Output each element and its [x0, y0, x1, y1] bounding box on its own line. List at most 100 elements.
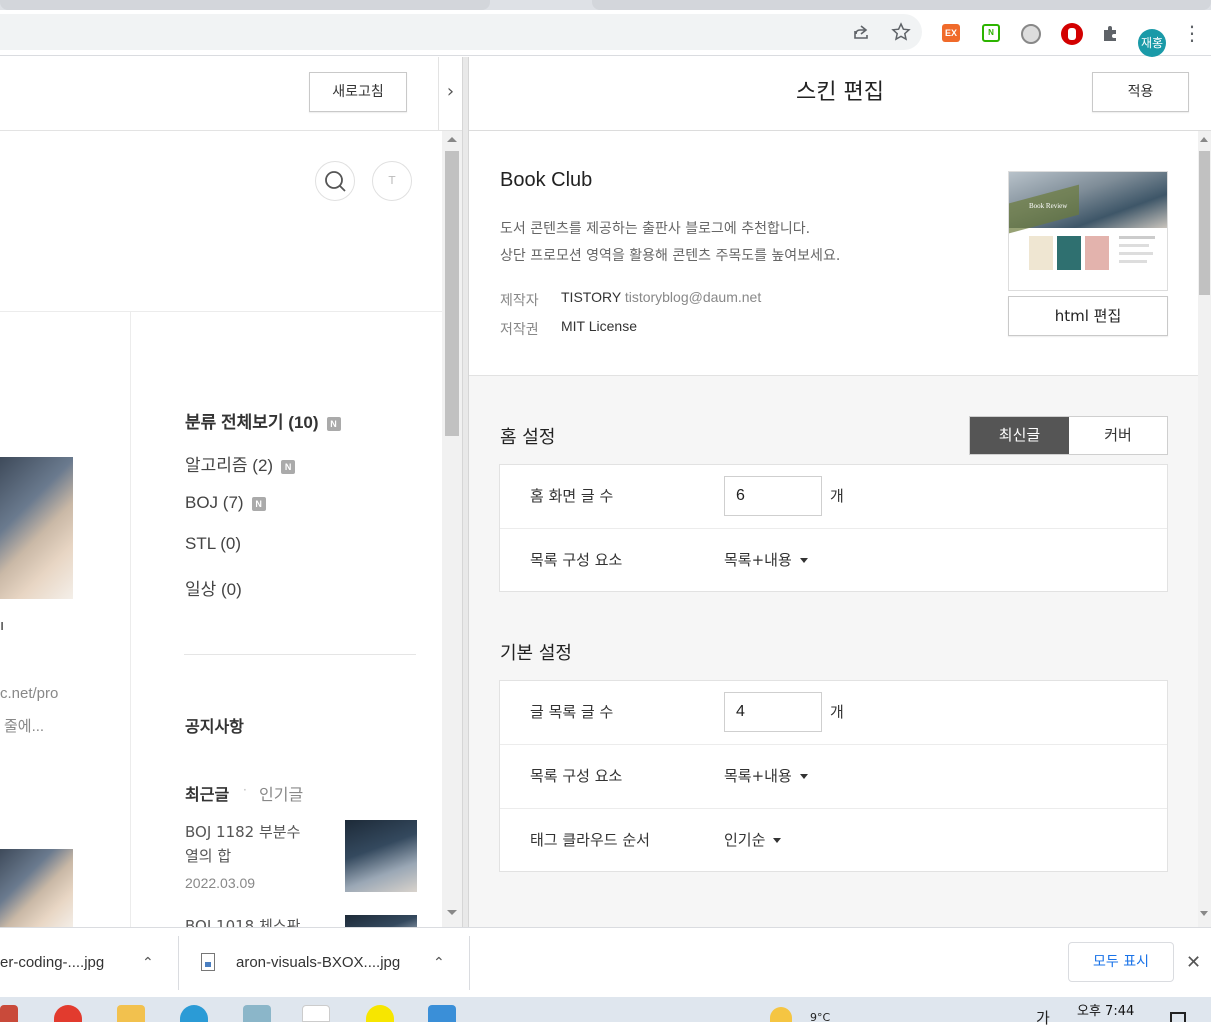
post-excerpt-partial: 줄에...	[4, 718, 45, 735]
divider	[469, 936, 470, 990]
skin-info-panel: Book Club 도서 콘텐츠를 제공하는 출판사 블로그에 추천합니다. 상…	[469, 131, 1198, 376]
home-post-count-input[interactable]: 6	[724, 476, 822, 516]
tistory-t-icon[interactable]: T	[372, 161, 412, 201]
skin-description: 상단 프로모션 영역을 활용해 콘텐츠 주목도를 높여보세요.	[500, 248, 841, 264]
skin-name: Book Club	[500, 169, 593, 191]
tag-cloud-order-label: 태그 클라우드 순서	[530, 831, 650, 849]
chrome-icon[interactable]	[54, 1005, 82, 1022]
apply-button[interactable]: 적용	[1092, 72, 1189, 112]
blog-preview-pane: 새로고침 › T ı c.net/pro 줄에... 분류 전체보기 (10) N…	[0, 57, 462, 927]
tab-separator: ·	[243, 783, 247, 797]
scroll-down-icon[interactable]	[1200, 911, 1208, 916]
category-item[interactable]: STL (0)	[185, 534, 241, 554]
list-elements-dropdown[interactable]: 목록+내용	[724, 745, 808, 808]
category-item[interactable]: 일상 (0)	[185, 575, 242, 600]
home-mode-toggle: 최신글 커버	[969, 416, 1168, 455]
new-badge: N	[251, 497, 266, 511]
recent-post-title[interactable]: BOJ 1182 부분수	[185, 821, 300, 842]
post-title-partial[interactable]: ı	[0, 617, 4, 634]
tab-strip	[0, 0, 1211, 10]
post-thumbnail[interactable]	[0, 849, 73, 927]
image-file-icon	[201, 953, 215, 971]
home-list-elements-label: 목록 구성 요소	[530, 551, 623, 569]
list-post-count-input[interactable]: 4	[724, 692, 822, 732]
category-all[interactable]: 분류 전체보기 (10) N	[185, 408, 341, 433]
license-value: MIT License	[561, 318, 637, 334]
basic-settings-title: 기본 설정	[500, 643, 572, 664]
new-badge: N	[326, 417, 341, 431]
app-icon[interactable]	[0, 1005, 18, 1022]
address-bar[interactable]	[0, 14, 922, 50]
recent-post-thumbnail[interactable]	[345, 915, 417, 927]
maker-value: TISTORY tistoryblog@daum.net	[561, 289, 762, 305]
divider	[178, 936, 179, 990]
close-icon[interactable]: ✕	[1186, 928, 1201, 998]
notification-icon[interactable]	[1170, 1012, 1186, 1022]
weather-icon[interactable]	[770, 1007, 792, 1022]
search-icon[interactable]	[315, 161, 355, 201]
app-icon[interactable]	[243, 1005, 271, 1022]
profile-avatar[interactable]: 재홍	[1138, 29, 1166, 57]
settings-row: 목록 구성 요소 목록+내용	[500, 744, 1167, 807]
browser-tab[interactable]	[592, 0, 1211, 10]
kakaotalk-icon[interactable]	[366, 1005, 394, 1022]
preview-header: 새로고침 ›	[0, 57, 462, 131]
tab-recent[interactable]: 최근글	[185, 781, 229, 805]
divider	[0, 311, 442, 312]
html-edit-button[interactable]: html 편집	[1008, 296, 1168, 336]
maker-label: 제작자	[500, 293, 539, 309]
preview-scrollbar[interactable]	[442, 131, 462, 927]
tab-popular[interactable]: 인기글	[259, 781, 303, 805]
chevron-up-icon[interactable]: ⌃	[142, 928, 154, 998]
more-menu-icon[interactable]: ⋮	[1181, 22, 1203, 44]
basic-settings-card: 글 목록 글 수 4 개 목록 구성 요소 목록+내용 태그 클라우드 순서 인…	[499, 680, 1168, 872]
caret-down-icon	[799, 558, 808, 563]
extensions-puzzle-icon[interactable]	[1100, 23, 1122, 45]
category-item[interactable]: BOJ (7) N	[185, 493, 266, 513]
globe-extension-icon[interactable]	[1021, 24, 1041, 44]
typora-icon[interactable]	[302, 1005, 330, 1022]
pane-resize-handle[interactable]	[462, 57, 469, 927]
post-thumbnail[interactable]	[0, 457, 73, 599]
internet-explorer-icon[interactable]	[180, 1005, 208, 1022]
latest-posts-option[interactable]: 최신글	[970, 417, 1069, 454]
clock[interactable]: 오후 7:44	[1077, 1000, 1134, 1019]
editor-scrollbar[interactable]	[1198, 131, 1211, 927]
scrollbar-thumb[interactable]	[445, 151, 459, 436]
show-all-button[interactable]: 모두 표시	[1068, 942, 1174, 982]
ime-indicator[interactable]: 가	[1036, 1007, 1050, 1028]
scroll-up-icon[interactable]	[447, 137, 457, 142]
file-explorer-icon[interactable]	[117, 1005, 145, 1022]
home-list-elements-dropdown[interactable]: 목록+내용	[724, 529, 808, 592]
naver-extension-icon[interactable]: N	[982, 24, 1000, 42]
download-item[interactable]: aron-visuals-BXOX....jpg	[236, 928, 400, 998]
tag-cloud-order-dropdown[interactable]: 인기순	[724, 809, 782, 872]
notice-title[interactable]: 공지사항	[185, 713, 244, 737]
chevron-right-icon[interactable]: ›	[438, 57, 462, 131]
recent-post-title[interactable]: BOJ 1018 체스판	[185, 915, 300, 927]
share-icon[interactable]	[850, 22, 872, 44]
unit-label: 개	[830, 703, 844, 721]
scrollbar-thumb[interactable]	[1199, 151, 1210, 295]
recent-post-title[interactable]: 열의 합	[185, 845, 231, 866]
downloads-bar: er-coding-....jpg ⌃ aron-visuals-BXOX...…	[0, 927, 1211, 997]
recent-post-thumbnail[interactable]	[345, 820, 417, 892]
ex-extension-icon[interactable]: EX	[942, 24, 960, 42]
skin-editor-pane: 스킨 편집 적용 Book Club 도서 콘텐츠를 제공하는 출판사 블로그에…	[469, 57, 1211, 927]
download-item[interactable]: er-coding-....jpg	[0, 928, 104, 998]
category-item[interactable]: 알고리즘 (2) N	[185, 451, 296, 476]
bookmark-star-icon[interactable]	[890, 22, 912, 44]
scroll-down-icon[interactable]	[447, 910, 457, 915]
scroll-up-icon[interactable]	[1200, 137, 1208, 142]
chevron-up-icon[interactable]: ⌃	[433, 928, 445, 998]
adblock-extension-icon[interactable]	[1061, 23, 1083, 45]
browser-toolbar: EX N 재홍 ⋮	[0, 10, 1211, 57]
new-badge: N	[281, 460, 296, 474]
refresh-button[interactable]: 새로고침	[309, 72, 407, 112]
browser-tab[interactable]	[0, 0, 490, 10]
temperature: 9°C	[810, 1011, 831, 1024]
photos-icon[interactable]	[428, 1005, 456, 1022]
settings-row: 글 목록 글 수 4 개	[500, 681, 1167, 744]
cover-option[interactable]: 커버	[1069, 417, 1167, 454]
skin-description: 도서 콘텐츠를 제공하는 출판사 블로그에 추천합니다.	[500, 221, 811, 237]
